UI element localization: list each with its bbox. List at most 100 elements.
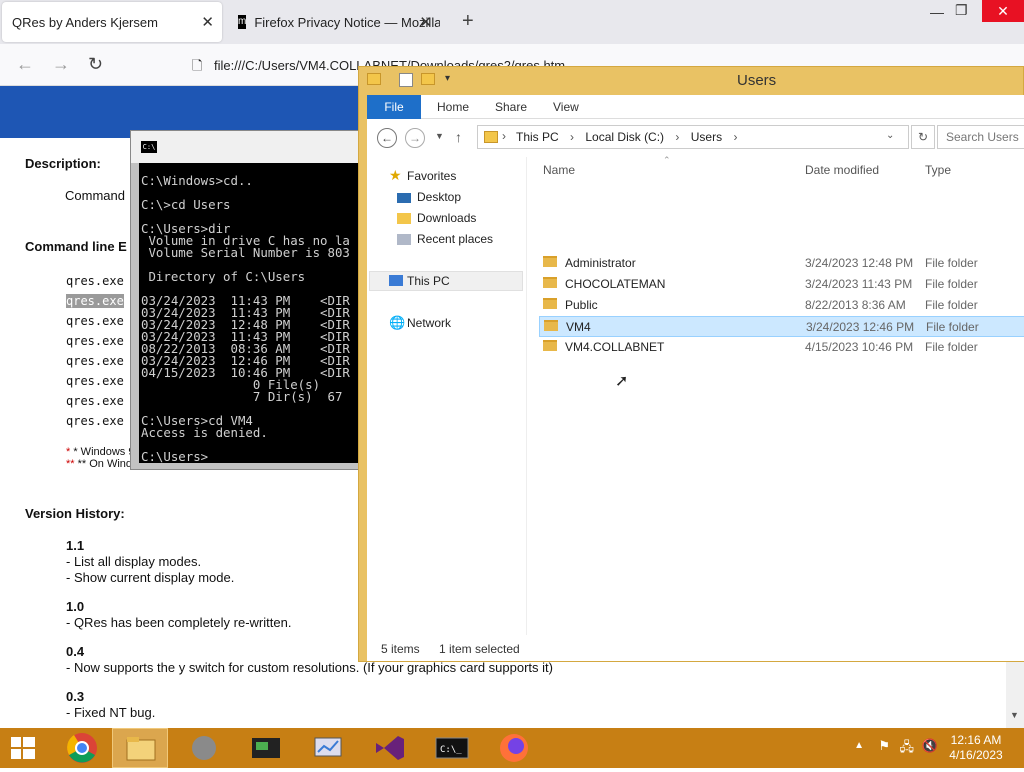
search-input[interactable]: Search Users — [937, 125, 1024, 149]
tab-title: Firefox Privacy Notice — Mozilla — [254, 14, 440, 30]
cmd-titlebar[interactable]: C:\ — [131, 131, 369, 163]
breadcrumb-users[interactable]: Users — [691, 130, 722, 144]
properties-icon[interactable] — [399, 73, 413, 87]
close-tab-icon[interactable]: ✕ — [201, 13, 214, 31]
column-date[interactable]: Date modified — [805, 163, 879, 177]
chevron-right-icon: › — [675, 130, 680, 144]
cmdline-example: qres.exe — [66, 314, 124, 328]
cmd-icon: C:\_ — [435, 737, 469, 759]
column-type[interactable]: Type — [925, 163, 951, 177]
quick-access-dropdown-icon[interactable]: ▾ — [445, 73, 450, 84]
flag-icon[interactable]: ⚑ — [878, 738, 890, 754]
column-name[interactable]: Name — [543, 163, 575, 177]
file-date: 4/15/2023 10:46 PM — [805, 340, 914, 354]
file-row[interactable]: VM4.COLLABNET 4/15/2023 10:46 PM File fold… — [539, 337, 1024, 358]
close-tab-icon[interactable]: ✕ — [419, 13, 432, 31]
explorer-window: ▾ Users File Home Share View ← → ▼ ↑ › T… — [358, 66, 1024, 662]
start-button[interactable] — [0, 728, 56, 768]
tab-qres[interactable]: QRes by Anders Kjersem ✕ — [2, 2, 222, 42]
ribbon-tab-share[interactable]: Share — [495, 100, 527, 114]
ribbon-tab-view[interactable]: View — [553, 100, 579, 114]
new-tab-icon[interactable]: + — [462, 10, 474, 33]
file-row[interactable]: Administrator 3/24/2023 12:48 PM File fold… — [539, 253, 1024, 274]
app-button[interactable] — [238, 728, 294, 768]
visual-studio-button[interactable] — [362, 728, 418, 768]
cmd-output[interactable]: C:\Windows>cd.. C:\>cd Users C:\Users>di… — [139, 163, 369, 463]
forward-icon[interactable]: → — [52, 54, 70, 75]
cmdline-example: qres.exe — [66, 374, 124, 388]
file-row[interactable]: VM4 3/24/2023 12:46 PM File folder — [539, 316, 1024, 337]
breadcrumb-thispc[interactable]: This PC — [516, 130, 559, 144]
version-label: Version History: — [25, 506, 125, 521]
back-icon[interactable]: ← — [377, 128, 397, 148]
tab-privacy[interactable]: m Firefox Privacy Notice — Mozilla ✕ — [228, 2, 440, 42]
version-note: - Fixed NT bug. — [66, 705, 156, 720]
note-2: ** ** On Windo — [66, 458, 139, 470]
nav-desktop[interactable]: Desktop — [417, 190, 461, 204]
chevron-right-icon: › — [570, 130, 575, 144]
explorer-titlebar[interactable]: ▾ Users — [359, 67, 1024, 95]
firefox-button[interactable] — [486, 728, 542, 768]
version-note: - Show current display mode. — [66, 570, 235, 585]
nav-downloads[interactable]: Downloads — [417, 211, 476, 225]
restore-icon[interactable]: ❐ — [955, 2, 968, 19]
up-icon[interactable]: ↑ — [455, 129, 462, 145]
file-type: File folder — [925, 298, 978, 312]
desktop-icon — [397, 193, 411, 203]
status-bar: 5 items 1 item selected — [367, 635, 1024, 661]
sort-up-icon: ⌃ — [663, 155, 671, 165]
file-date: 3/24/2023 12:48 PM — [805, 256, 914, 270]
cmd-button[interactable]: C:\_ — [424, 728, 480, 768]
cmd-window[interactable]: C:\ C:\Windows>cd.. C:\>cd Users C:\User… — [130, 130, 370, 470]
chevron-right-icon: › — [502, 129, 506, 143]
cmd-icon: C:\ — [141, 141, 157, 153]
note-1: * * Windows 9 — [66, 446, 135, 458]
status-items: 5 items — [381, 642, 420, 656]
nav-network[interactable]: Network — [407, 316, 451, 330]
breadcrumb-localdisk[interactable]: Local Disk (C:) — [585, 130, 664, 144]
minimize-icon[interactable]: — — [930, 4, 944, 20]
svg-text:C:\_: C:\_ — [440, 745, 462, 755]
explorer-body: ★ Favorites Desktop Downloads Recent pla… — [367, 155, 1024, 635]
version-number: 0.4 — [66, 644, 85, 659]
clock[interactable]: 12:16 AM 4/16/2023 — [946, 733, 1006, 763]
file-row[interactable]: CHOCOLATEMAN 3/24/2023 11:43 PM File folde… — [539, 274, 1024, 295]
chevron-right-icon: › — [733, 130, 738, 144]
reload-icon[interactable]: ↻ — [88, 54, 103, 75]
ribbon-tab-home[interactable]: Home — [437, 100, 469, 114]
forward-icon[interactable]: → — [405, 128, 425, 148]
chrome-icon — [67, 733, 97, 763]
close-window-icon[interactable]: ✕ — [982, 0, 1024, 22]
file-row[interactable]: Public 8/22/2013 8:36 AM File folder — [539, 295, 1024, 316]
nav-favorites[interactable]: Favorites — [407, 169, 456, 183]
status-selected: 1 item selected — [439, 642, 520, 656]
explorer-button[interactable] — [112, 728, 168, 768]
cmdline-example: qres.exe — [66, 274, 124, 288]
version-note: - QRes has been completely re-written. — [66, 615, 292, 630]
chrome-button[interactable] — [54, 728, 110, 768]
address-row: ← → ▼ ↑ › This PC › Local Disk (C:) › Us… — [367, 119, 1024, 157]
app-button[interactable] — [300, 728, 356, 768]
new-folder-icon[interactable] — [421, 73, 435, 85]
nav-thispc[interactable]: This PC — [407, 274, 450, 288]
address-dropdown-icon[interactable]: ⌄ — [886, 130, 894, 141]
address-bar[interactable]: › This PC › Local Disk (C:) › Users › ⌄ — [477, 125, 909, 149]
app-button[interactable] — [176, 728, 232, 768]
scroll-down-icon[interactable]: ▼ — [1010, 710, 1019, 720]
network-status-icon[interactable]: 🖧 — [900, 738, 915, 760]
version-number: 1.1 — [66, 538, 85, 553]
version-number: 1.0 — [66, 599, 85, 614]
ribbon-tab-file[interactable]: File — [367, 95, 421, 119]
firefox-icon — [500, 734, 528, 762]
chevron-up-icon[interactable]: ▲ — [854, 740, 864, 751]
recent-dropdown-icon[interactable]: ▼ — [435, 131, 444, 141]
refresh-icon[interactable]: ↻ — [911, 125, 935, 149]
folder-icon — [544, 320, 558, 331]
back-icon[interactable]: ← — [16, 54, 34, 75]
nav-recent[interactable]: Recent places — [417, 232, 493, 246]
downloads-icon — [397, 213, 411, 224]
mouse-cursor-icon: ➚ — [615, 373, 629, 390]
folder-icon — [367, 73, 381, 85]
speaker-muted-icon[interactable]: 🔇 — [922, 738, 938, 754]
file-type: File folder — [926, 320, 979, 334]
